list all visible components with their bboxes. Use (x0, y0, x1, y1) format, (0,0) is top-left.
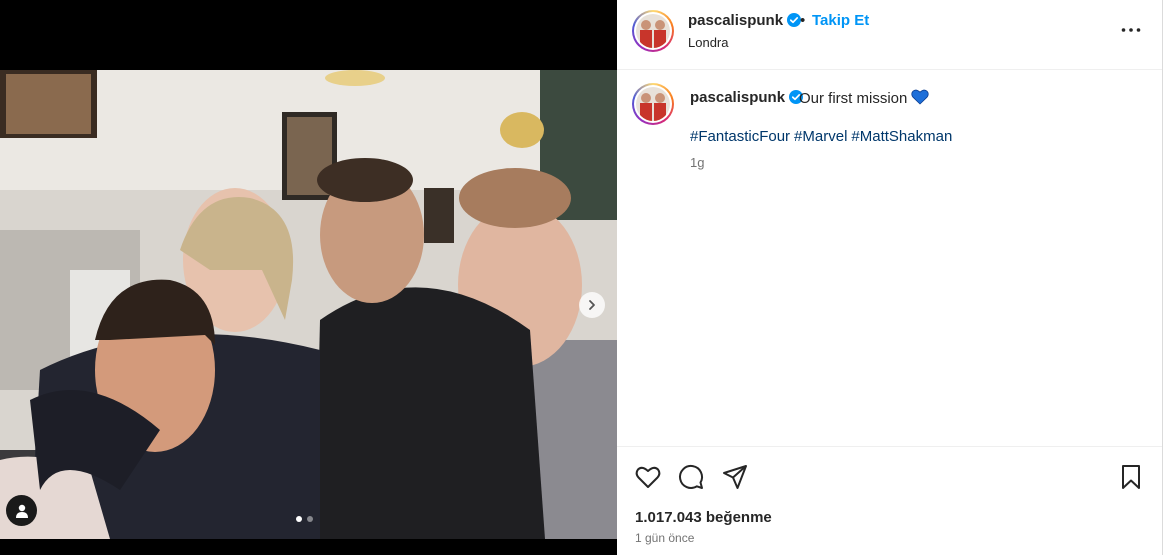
verified-badge-icon (787, 13, 802, 27)
carousel-dot (296, 516, 302, 522)
post-caption: pascalispunk Our first mission #Fantasti… (617, 70, 1162, 446)
post-header: pascalispunk • Takip Et Londra (617, 0, 1162, 70)
likes-count[interactable]: 1.017.043 beğenme (635, 509, 772, 526)
save-button[interactable] (1117, 463, 1145, 491)
location-link[interactable]: Londra (688, 35, 728, 50)
bookmark-icon (1122, 465, 1140, 489)
post-photo[interactable] (0, 70, 617, 539)
comment-button[interactable] (677, 463, 705, 491)
more-options-button[interactable] (1117, 20, 1145, 40)
follow-button[interactable]: Takip Et (812, 12, 869, 29)
hashtag-link[interactable]: #MattShakman (851, 128, 952, 145)
post-actions: 1.017.043 beğenme 1 gün önce (617, 446, 1162, 555)
share-button[interactable] (721, 463, 749, 491)
chevron-right-icon (589, 300, 595, 310)
hashtag-link[interactable]: #FantasticFour (690, 128, 790, 145)
tagged-users-button[interactable] (6, 495, 37, 526)
post-author-username[interactable]: pascalispunk (688, 12, 802, 29)
avatar-image (636, 87, 670, 121)
caption-text: Our first mission (799, 89, 930, 107)
like-button[interactable] (634, 463, 662, 491)
heart-icon (635, 466, 661, 488)
next-slide-button[interactable] (579, 292, 605, 318)
more-options-icon (1121, 28, 1141, 32)
hashtag-link[interactable]: #Marvel (794, 128, 847, 145)
blue-heart-emoji (911, 89, 930, 105)
separator-dot: • (800, 12, 806, 29)
carousel-dot (307, 516, 313, 522)
user-tag-icon (15, 504, 28, 518)
post-media (0, 0, 617, 555)
avatar[interactable] (632, 83, 674, 125)
post-timestamp[interactable]: 1 gün önce (635, 531, 694, 545)
post-details-panel: pascalispunk • Takip Et Londra pascalisp… (617, 0, 1163, 555)
avatar[interactable] (632, 10, 674, 52)
group-photo (0, 70, 617, 539)
carousel-indicator (296, 516, 313, 522)
caption-author-username[interactable]: pascalispunk (690, 89, 804, 106)
caption-timestamp[interactable]: 1g (690, 155, 704, 170)
avatar-image (636, 14, 670, 48)
hashtag-list: #FantasticFour #Marvel #MattShakman (690, 128, 956, 145)
comment-icon (679, 464, 703, 489)
share-icon (723, 465, 747, 489)
